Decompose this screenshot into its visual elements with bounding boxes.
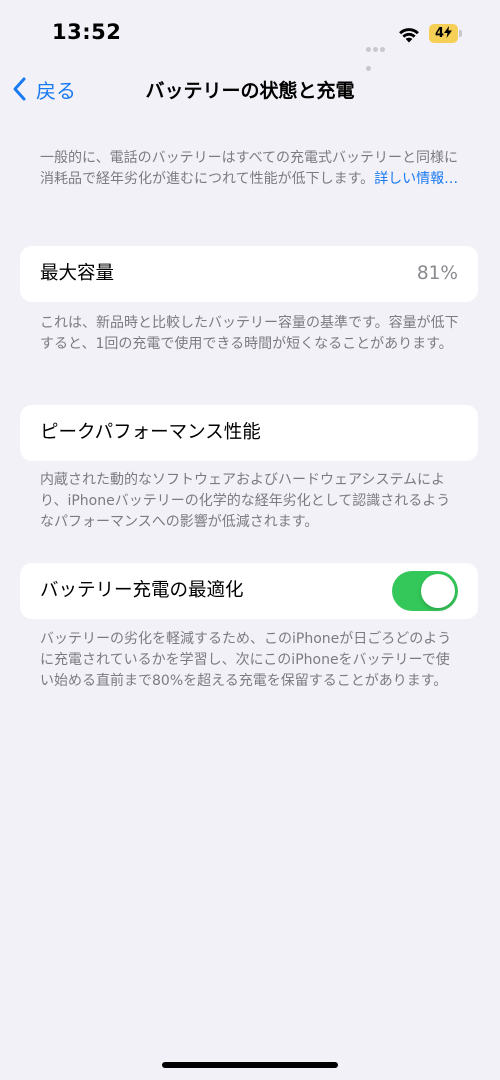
toggle-knob [421, 574, 455, 608]
status-bar: 13:52 4 [0, 0, 500, 71]
learn-more-link[interactable]: 詳しい情報… [374, 171, 458, 187]
max-capacity-value: 81% [416, 263, 458, 284]
battery-icon: 4 [429, 24, 463, 43]
optimized-charging-toggle[interactable] [392, 571, 458, 611]
page-title: バッテリーの状態と充電 [145, 80, 355, 102]
home-indicator[interactable] [162, 1062, 338, 1068]
max-capacity-footnote: これは、新品時と比較したバッテリー容量の基準です。容量が低下すると、1回の充電で… [40, 315, 459, 352]
optimized-charging-footnote: バッテリーの劣化を軽減するため、このiPhoneが日ごろどのように充電されている… [40, 631, 452, 689]
max-capacity-row: 最大容量 81% [20, 246, 478, 302]
intro-description: 一般的に、電話のバッテリーはすべての充電式バッテリーと同様に消耗品で経年劣化が進… [40, 148, 460, 190]
cellular-signal-icon [366, 37, 392, 71]
peak-performance-footnote: 内蔵された動的なソフトウェアおよびハードウェアシステムにより、iPhoneバッテ… [40, 472, 451, 530]
optimized-charging-row: バッテリー充電の最適化 [20, 563, 478, 619]
wifi-icon [399, 28, 419, 43]
navigation-bar: 戻る バッテリーの状態と充電 [0, 66, 500, 112]
max-capacity-label: 最大容量 [40, 263, 115, 284]
status-time: 13:52 [52, 20, 122, 44]
peak-performance-label: ピークパフォーマンス性能 [40, 422, 261, 443]
peak-performance-row[interactable]: ピークパフォーマンス性能 [20, 405, 478, 461]
battery-level-text: 4 [429, 24, 458, 43]
optimized-charging-label: バッテリー充電の最適化 [40, 580, 244, 601]
